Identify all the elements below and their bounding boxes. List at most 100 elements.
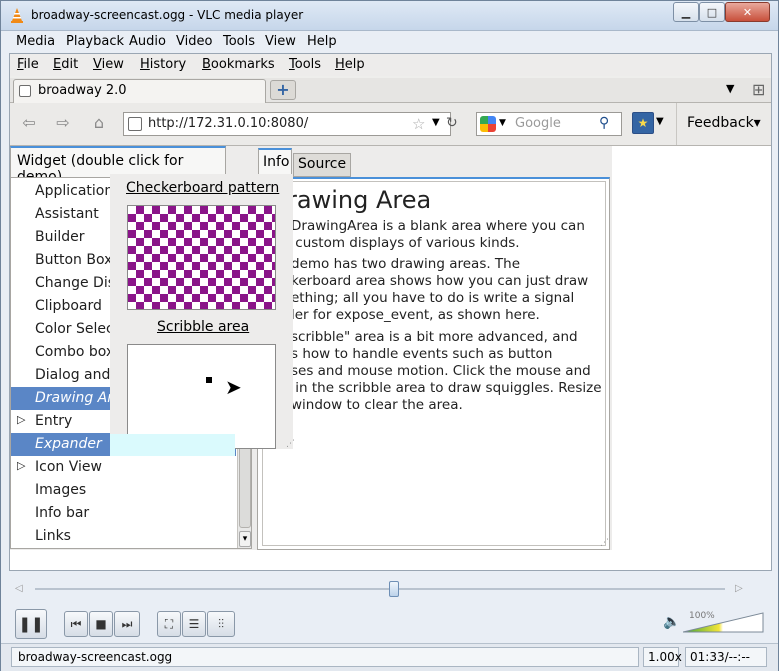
ff-menu-help[interactable]: Help: [335, 57, 365, 72]
info-text-view[interactable]: rawing Area DrawingArea is a blank area …: [262, 181, 606, 546]
info-heading: rawing Area: [287, 186, 432, 214]
seek-forward-icon[interactable]: ▷: [735, 583, 743, 594]
menu-tools[interactable]: Tools: [223, 34, 255, 49]
close-button[interactable]: ✕: [725, 2, 770, 22]
tab-info-label: Info: [263, 154, 290, 170]
list-item-label: Drawing Are: [35, 390, 122, 406]
playlist-button[interactable]: ☰: [182, 611, 206, 637]
reload-icon[interactable]: ↻: [446, 115, 458, 131]
minimize-button[interactable]: ▁: [673, 2, 699, 22]
browser-tab[interactable]: broadway 2.0: [13, 79, 266, 103]
scribble-label: Scribble area: [157, 319, 250, 335]
engine-arrow-icon[interactable]: ▼: [499, 118, 506, 128]
search-bar[interactable]: ▼ Google ⚲: [476, 112, 622, 136]
status-time[interactable]: 01:33/--:--: [685, 647, 767, 667]
scribble-mark: [206, 377, 212, 383]
bookmarks-arrow-icon[interactable]: ▼: [656, 116, 664, 127]
page-content: Widget (double click for demo) Applicati…: [10, 146, 771, 570]
menu-media[interactable]: Media: [16, 34, 55, 49]
extended-settings-button[interactable]: ⫶⫶: [207, 611, 235, 637]
list-item[interactable]: Images: [11, 479, 236, 502]
list-item-label: Images: [35, 482, 87, 498]
expander-arrow-icon[interactable]: ▷: [17, 413, 25, 426]
feedback-button[interactable]: Feedback▾: [676, 103, 771, 145]
info-paragraph: DrawingArea is a blank area where you ca…: [291, 218, 585, 251]
next-button[interactable]: ⏭: [114, 611, 140, 637]
window-title: broadway-screencast.ogg - VLC media play…: [31, 8, 304, 22]
firefox-tabbar: broadway 2.0 + ▼ ⊞: [10, 78, 771, 103]
title-bar: broadway-screencast.ogg - VLC media play…: [1, 1, 778, 31]
search-placeholder[interactable]: Google: [515, 116, 561, 131]
bookmark-star-icon[interactable]: ☆: [412, 115, 425, 133]
menu-playback[interactable]: Playback: [66, 34, 124, 49]
stop-button[interactable]: ■: [89, 611, 113, 637]
tab-grid-icon[interactable]: ⊞: [752, 80, 765, 99]
status-filename: broadway-screencast.ogg: [11, 647, 639, 667]
list-item-label: Color Selec: [35, 321, 114, 337]
home-icon[interactable]: ⌂: [86, 113, 112, 135]
url-history-arrow-icon[interactable]: ▼: [432, 117, 440, 128]
selection-highlight: [110, 434, 235, 456]
drawing-area-demo-window: Checkerboard pattern Scribble area ➤ ⋰: [110, 174, 295, 449]
status-playback-rate[interactable]: 1.00x: [643, 647, 682, 667]
previous-button[interactable]: ⏮: [64, 611, 88, 637]
vlc-window: broadway-screencast.ogg - VLC media play…: [0, 0, 779, 671]
list-item-label: Icon View: [35, 459, 102, 475]
list-item[interactable]: ▷ Icon View: [11, 456, 236, 479]
resize-grip-icon[interactable]: ⋰: [600, 538, 609, 548]
search-icon[interactable]: ⚲: [599, 115, 617, 133]
vlc-cone-icon: [11, 8, 23, 23]
url-bar[interactable]: http://172.31.0.10:8080/ ☆ ▼ ↻: [123, 112, 458, 136]
tab-title: broadway 2.0: [38, 83, 127, 98]
ff-menu-tools[interactable]: Tools: [289, 57, 321, 72]
ff-menu-edit[interactable]: Edit: [53, 57, 78, 72]
seek-bar[interactable]: ◁ ▷: [15, 581, 765, 597]
page-icon: [19, 85, 31, 97]
scroll-down-icon[interactable]: ▾: [239, 531, 251, 547]
maximize-button[interactable]: □: [699, 2, 725, 22]
video-area[interactable]: File Edit View History Bookmarks Tools H…: [9, 53, 772, 571]
list-item-label: Builder: [35, 229, 85, 245]
firefox-navbar: ⇦ ⇨ ⌂ http://172.31.0.10:8080/ ☆ ▼ ↻ ▼ G…: [10, 103, 771, 146]
menu-view[interactable]: View: [265, 34, 296, 49]
seek-track[interactable]: [35, 588, 725, 590]
feedback-label: Feedback▾: [687, 115, 761, 131]
pause-button[interactable]: ❚❚: [15, 609, 47, 639]
ff-menu-view[interactable]: View: [93, 57, 124, 72]
new-tab-button[interactable]: +: [270, 80, 296, 100]
google-engine-icon[interactable]: [480, 116, 496, 132]
bookmarks-menu-icon[interactable]: ★: [632, 112, 654, 134]
resize-grip-icon[interactable]: ⋰: [286, 439, 295, 449]
list-item-label: Links: [35, 528, 71, 544]
menu-video[interactable]: Video: [176, 34, 212, 49]
menu-help[interactable]: Help: [307, 34, 337, 49]
forward-icon[interactable]: ⇨: [50, 113, 76, 135]
tab-source[interactable]: Source: [293, 153, 351, 177]
list-item-label: Clipboard: [35, 298, 102, 314]
seek-handle[interactable]: [389, 581, 399, 597]
expander-arrow-icon[interactable]: ▷: [17, 459, 25, 472]
mouse-cursor-icon: ➤: [225, 375, 242, 399]
list-item-label: Expander: [35, 436, 102, 452]
info-paragraph: demo has two drawing areas. The kerboard…: [291, 256, 589, 323]
speaker-icon[interactable]: 🔈: [663, 614, 680, 630]
tab-source-label: Source: [298, 156, 347, 172]
list-item[interactable]: Links: [11, 525, 236, 548]
menu-audio[interactable]: Audio: [129, 34, 166, 49]
tab-list-arrow-icon[interactable]: ▼: [726, 82, 734, 95]
fullscreen-button[interactable]: ⛶: [157, 611, 181, 637]
status-bar: broadway-screencast.ogg 1.00x 01:33/--:-…: [1, 643, 778, 671]
checkerboard-label: Checkerboard pattern: [126, 180, 280, 196]
ff-menu-history[interactable]: History: [140, 57, 186, 72]
list-item[interactable]: Info bar: [11, 502, 236, 525]
ff-menu-file[interactable]: File: [17, 57, 39, 72]
back-icon[interactable]: ⇦: [16, 113, 42, 135]
firefox-menubar: File Edit View History Bookmarks Tools H…: [10, 54, 771, 76]
site-identity-icon: [128, 117, 142, 131]
url-text[interactable]: http://172.31.0.10:8080/: [148, 116, 308, 131]
gtk-demo-window: Widget (double click for demo) Applicati…: [10, 146, 612, 550]
info-paragraph: scribble" area is a bit more advanced, a…: [291, 329, 602, 413]
seek-back-icon[interactable]: ◁: [15, 583, 23, 594]
info-pane: rawing Area DrawingArea is a blank area …: [257, 177, 610, 550]
ff-menu-bookmarks[interactable]: Bookmarks: [202, 57, 275, 72]
